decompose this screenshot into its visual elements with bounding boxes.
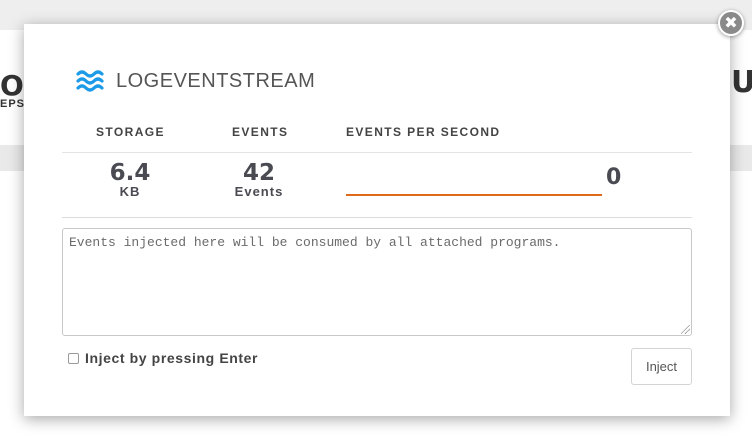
storage-header: STORAGE bbox=[96, 125, 165, 139]
inject-button[interactable]: Inject bbox=[631, 348, 692, 385]
inject-on-enter-label: Inject by pressing Enter bbox=[85, 350, 259, 366]
events-unit: Events bbox=[234, 184, 284, 199]
background-left-unit: EPS bbox=[0, 98, 26, 110]
events-value: 42 bbox=[242, 160, 275, 186]
stats-divider-bottom bbox=[62, 217, 692, 218]
events-per-second-header: EVENTS PER SECOND bbox=[346, 125, 501, 139]
events-per-second-sparkline bbox=[346, 194, 602, 196]
events-per-second-value: 0 bbox=[606, 165, 622, 190]
storage-unit: KB bbox=[119, 184, 141, 199]
background-right-text: UN bbox=[731, 66, 752, 100]
brand-title: LOGEVENTSTREAM bbox=[116, 69, 316, 92]
brand: LOGEVENTSTREAM bbox=[76, 68, 315, 94]
logeventstream-modal: LOGEVENTSTREAM STORAGE EVENTS EVENTS PER… bbox=[24, 24, 730, 416]
stats-divider-top bbox=[62, 152, 692, 153]
inject-on-enter-checkbox[interactable] bbox=[68, 352, 79, 364]
events-stat: 42 Events bbox=[224, 161, 294, 199]
textarea-resize-handle[interactable] bbox=[681, 325, 690, 334]
waves-icon bbox=[76, 70, 104, 92]
close-icon[interactable]: ✖ bbox=[718, 10, 744, 36]
background-left-number: O bbox=[0, 69, 24, 102]
storage-value: 6.4 bbox=[109, 160, 151, 186]
storage-stat: 6.4 KB bbox=[96, 161, 164, 199]
inject-on-enter-option[interactable]: Inject by pressing Enter bbox=[68, 350, 258, 366]
inject-textarea[interactable] bbox=[62, 228, 692, 336]
events-header: EVENTS bbox=[232, 125, 289, 139]
